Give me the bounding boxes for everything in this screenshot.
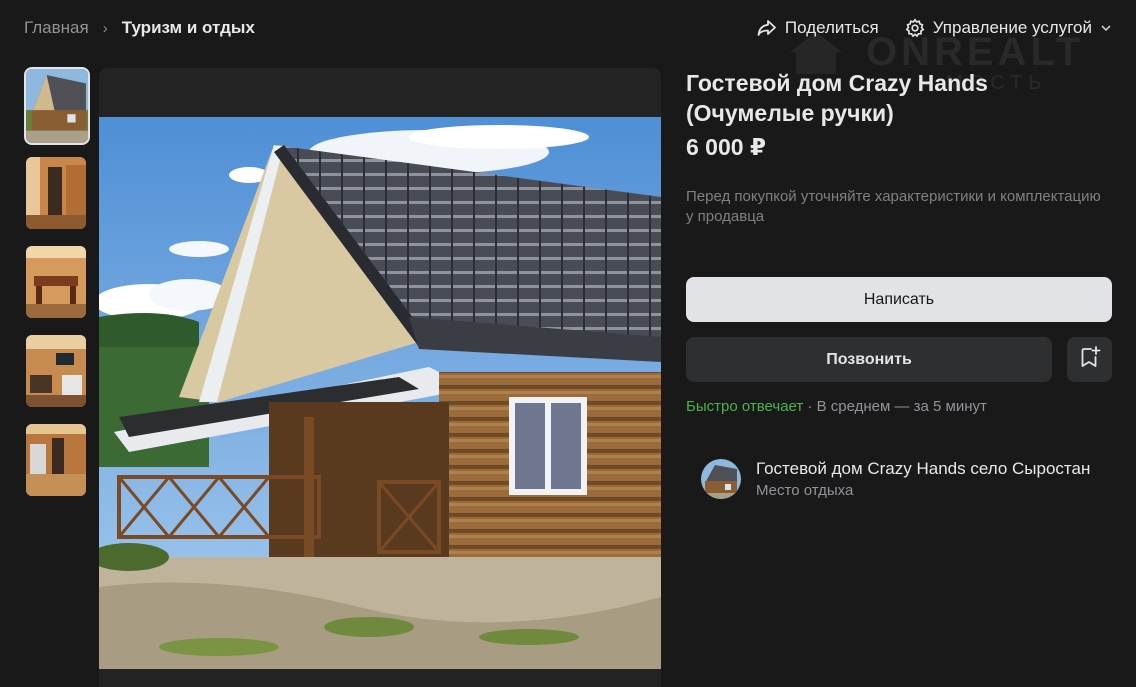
manage-service-menu[interactable]: Управление услугой bbox=[905, 18, 1112, 38]
thumbnail-exterior[interactable] bbox=[24, 67, 90, 145]
chevron-down-icon bbox=[1100, 24, 1112, 32]
thumbnail-interior-hall[interactable] bbox=[26, 157, 86, 229]
seller-type: Место отдыха bbox=[756, 482, 854, 499]
manage-service-label: Управление услугой bbox=[932, 18, 1092, 37]
write-message-button[interactable]: Написать bbox=[686, 277, 1112, 322]
share-button[interactable]: Поделиться bbox=[757, 18, 879, 38]
listing-title: Гостевой дом Crazy Hands (Очумелые ручки… bbox=[686, 70, 988, 126]
listing-info: Гостевой дом Crazy Hands (Очумелые ручки… bbox=[686, 68, 1112, 227]
purchase-note: Перед покупкой уточняйте характеристики … bbox=[686, 188, 1101, 225]
thumbnail-strip bbox=[24, 67, 90, 513]
seller-card[interactable]: Гостевой дом Crazy Hands село Сыростан М… bbox=[701, 459, 1096, 499]
breadcrumb-current[interactable]: Туризм и отдых bbox=[122, 18, 255, 38]
avatar bbox=[701, 459, 741, 499]
seller-name: Гостевой дом Crazy Hands село Сыростан bbox=[756, 459, 1091, 478]
response-time-detail: · В среднем — за 5 минут bbox=[803, 398, 987, 415]
main-photo[interactable] bbox=[99, 117, 661, 669]
gear-icon bbox=[905, 18, 925, 38]
breadcrumb-separator: › bbox=[102, 19, 108, 37]
thumbnail-interior-dining[interactable] bbox=[26, 246, 86, 318]
call-button[interactable]: Позвонить bbox=[686, 337, 1052, 382]
share-arrow-icon bbox=[757, 19, 777, 37]
header-actions: Поделиться Управление услугой bbox=[757, 18, 1112, 38]
listing-price: 6 000 ₽ bbox=[686, 134, 766, 160]
response-time: Быстро отвечает · В среднем — за 5 минут bbox=[686, 398, 987, 415]
bookmark-add-button[interactable] bbox=[1067, 337, 1112, 382]
breadcrumb: Главная › Туризм и отдых bbox=[24, 18, 255, 38]
top-bar: Главная › Туризм и отдых Поделиться Упра… bbox=[0, 0, 1136, 58]
seller-text: Гостевой дом Crazy Hands село Сыростан М… bbox=[756, 459, 1096, 499]
share-label: Поделиться bbox=[784, 18, 879, 37]
breadcrumb-home-link[interactable]: Главная bbox=[24, 18, 89, 38]
bookmark-add-icon bbox=[1078, 345, 1102, 374]
photo-viewer[interactable] bbox=[99, 68, 661, 687]
fast-response-label: Быстро отвечает bbox=[686, 398, 804, 415]
thumbnail-interior-kitchen[interactable] bbox=[26, 335, 86, 407]
thumbnail-interior-room[interactable] bbox=[26, 424, 86, 496]
